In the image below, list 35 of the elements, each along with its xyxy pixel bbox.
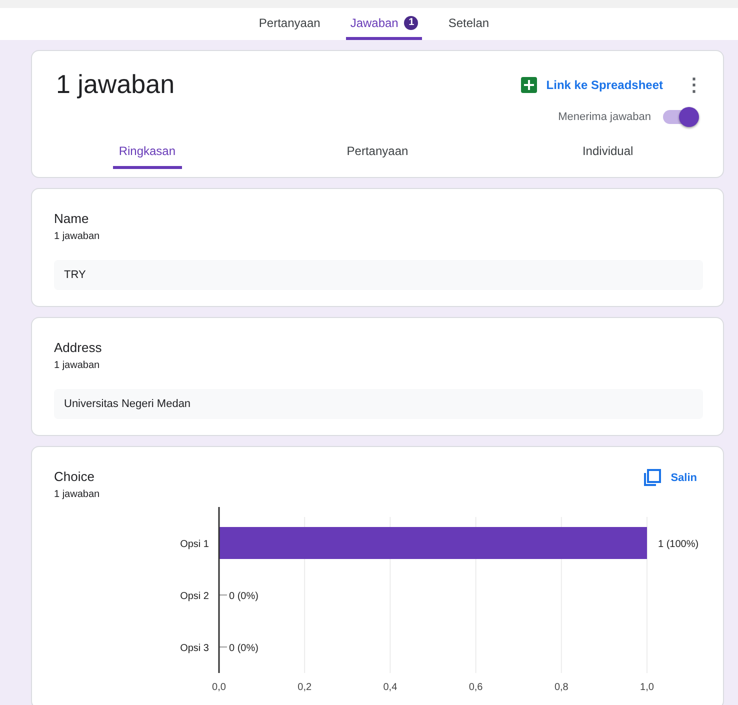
question-title: Address	[54, 340, 103, 355]
spreadsheet-link[interactable]: Link ke Spreadsheet	[521, 76, 663, 92]
axis-tick-label: 0,8	[554, 682, 568, 692]
value-label: 1 (100%)	[658, 539, 699, 550]
spreadsheet-icon	[521, 76, 538, 92]
response-count: 1 jawaban	[54, 489, 101, 500]
response-count: 1 jawaban	[54, 231, 101, 242]
count-badge: 1	[404, 16, 418, 30]
axis-tick-label: 0,2	[298, 682, 312, 692]
view-tab[interactable]: Pertanyaan	[262, 134, 493, 177]
value-label: 0 (0%)	[229, 643, 258, 654]
accepting-toggle[interactable]	[663, 110, 697, 124]
nav-tab[interactable]: Jawaban 1	[346, 8, 422, 40]
answer-text: Universitas Negeri Medan	[54, 389, 703, 419]
toggle-label: Menerima jawaban	[558, 111, 651, 123]
copy-icon	[642, 469, 661, 487]
copy-button[interactable]: Salin	[642, 469, 697, 487]
response-count-title: 1 jawaban	[56, 69, 176, 100]
question-title: Name	[54, 211, 90, 226]
category-label: Opsi 1	[180, 539, 209, 550]
answer-text: TRY	[54, 260, 703, 290]
axis-tick-label: 0,0	[212, 682, 226, 692]
more-button[interactable]: ⋮	[685, 74, 703, 96]
axis-tick-label: 0,4	[383, 682, 398, 692]
view-tab[interactable]: Ringkasan	[32, 134, 262, 177]
category-label: Opsi 3	[180, 643, 209, 654]
nav-tab[interactable]: Setelan	[444, 8, 494, 40]
question-title: Choice	[54, 469, 96, 484]
axis-tick-label: 0,6	[468, 682, 483, 692]
response-count: 1 jawaban	[54, 360, 101, 371]
nav-tab[interactable]: Pertanyaan	[254, 8, 324, 40]
value-label: 0 (0%)	[229, 591, 258, 602]
category-label: Opsi 2	[180, 591, 209, 602]
view-tab[interactable]: Individual	[492, 134, 723, 177]
axis-tick-label: 1,0	[640, 682, 654, 692]
